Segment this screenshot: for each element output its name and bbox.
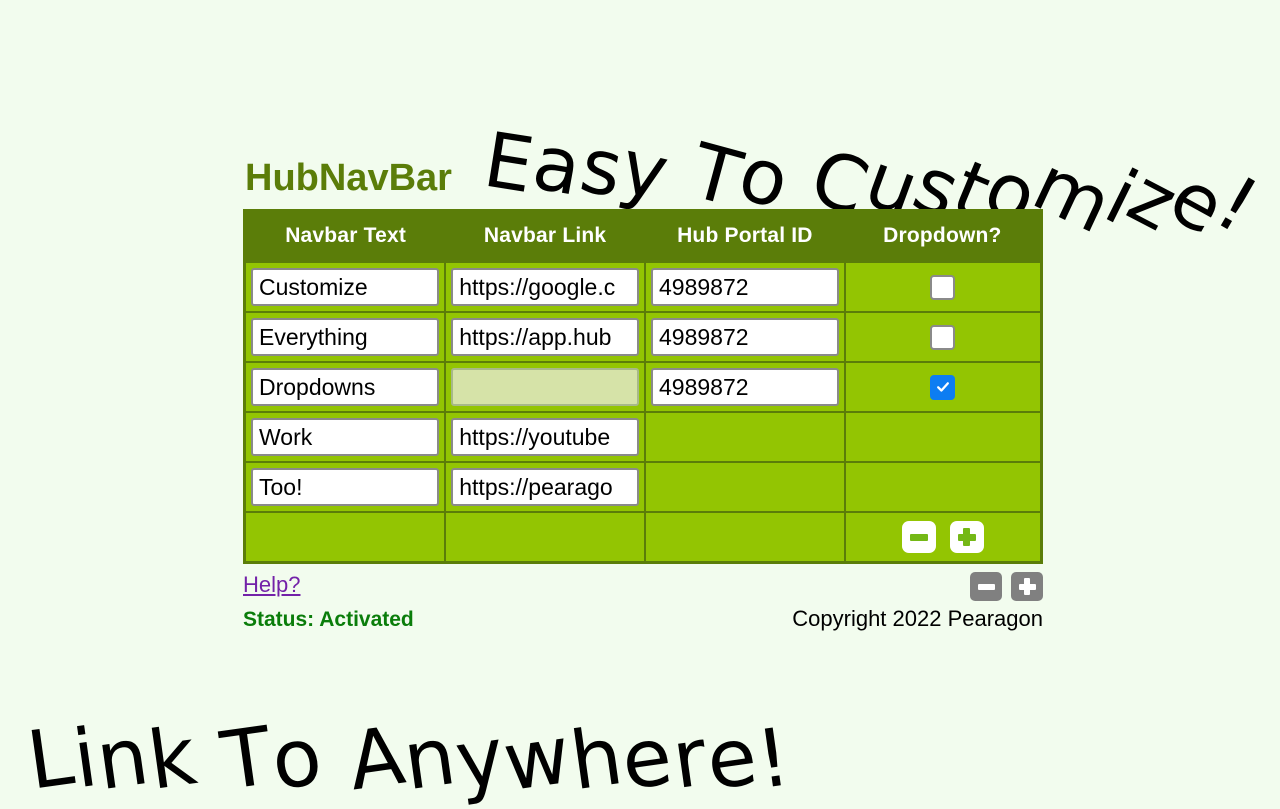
navbar-link-input[interactable] (451, 318, 639, 356)
column-header-navbar-link: Navbar Link (445, 210, 645, 262)
footer-top-row: Help? (243, 570, 1043, 604)
cell-navbar-link (444, 261, 646, 313)
plus-icon (1018, 578, 1036, 595)
cell-navbar-text (243, 411, 447, 463)
navbar-link-input (451, 368, 639, 406)
hub-portal-id-input[interactable] (651, 318, 839, 356)
cell-hub-portal-id (644, 461, 846, 513)
plus-icon (957, 528, 976, 546)
check-icon (936, 382, 949, 392)
copyright-text: Copyright 2022 Pearagon (792, 606, 1043, 631)
dropdown-checkbox-wrap (851, 268, 1035, 306)
navbar-text-input[interactable] (251, 418, 440, 456)
cell-hub-portal-id (644, 261, 846, 313)
cell-row-controls (843, 511, 1043, 564)
page-title: HubNavBar (245, 157, 452, 199)
row-controls (851, 518, 1035, 556)
help-link[interactable]: Help? (243, 570, 300, 600)
table-row (243, 461, 1043, 513)
cell-navbar-text (243, 361, 447, 413)
cell-navbar-text (243, 461, 447, 513)
cell-dropdown (843, 411, 1043, 463)
cell-navbar-text (243, 261, 447, 313)
footer: Help? Status: Activated Copyright 2022 P… (243, 570, 1043, 632)
cell-dropdown (843, 261, 1043, 313)
navbar-link-input[interactable] (451, 268, 639, 306)
hub-portal-id-input[interactable] (651, 268, 839, 306)
cell-navbar-link (444, 411, 646, 463)
table-row (243, 411, 1043, 463)
navbar-config-table: Navbar Text Navbar Link Hub Portal ID Dr… (243, 209, 1043, 564)
dropdown-checkbox-wrap (851, 368, 1035, 406)
footer-remove-row-button[interactable] (970, 572, 1002, 601)
navbar-link-input[interactable] (451, 418, 639, 456)
caption-link-to-anywhere: Link To Anywhere! (22, 708, 796, 809)
column-header-dropdown: Dropdown? (844, 210, 1042, 262)
cell-empty (444, 511, 646, 564)
navbar-text-input[interactable] (251, 268, 440, 306)
footer-row-controls (970, 570, 1043, 601)
minus-icon (909, 533, 928, 541)
table-row (243, 261, 1043, 313)
navbar-text-input[interactable] (251, 318, 440, 356)
remove-row-button[interactable] (901, 521, 936, 553)
add-row-button[interactable] (949, 521, 984, 553)
dropdown-checkbox[interactable] (930, 274, 956, 300)
table-controls-row (243, 511, 1043, 564)
cell-hub-portal-id (644, 361, 846, 413)
hub-portal-id-input[interactable] (651, 368, 839, 406)
column-header-hub-portal-id: Hub Portal ID (645, 210, 845, 262)
navbar-link-input[interactable] (451, 468, 639, 506)
cell-dropdown (843, 461, 1043, 513)
table-body (243, 261, 1043, 564)
cell-navbar-link (444, 361, 646, 413)
cell-dropdown (843, 311, 1043, 363)
hubnavbar-app: HubNavBar Navbar Text Navbar Link Hub Po… (243, 155, 1043, 632)
status-badge: Status: Activated (243, 608, 414, 631)
footer-bottom-row: Status: Activated Copyright 2022 Pearago… (243, 606, 1043, 632)
dropdown-checkbox[interactable] (930, 324, 956, 350)
footer-add-row-button[interactable] (1011, 572, 1043, 601)
cell-navbar-link (444, 311, 646, 363)
minus-icon (977, 583, 995, 590)
table-header-row: Navbar Text Navbar Link Hub Portal ID Dr… (244, 210, 1042, 262)
cell-empty (644, 511, 846, 564)
cell-empty (243, 511, 447, 564)
table-row (243, 311, 1043, 363)
table-row (243, 361, 1043, 413)
cell-dropdown (843, 361, 1043, 413)
cell-hub-portal-id (644, 311, 846, 363)
dropdown-checkbox-wrap (851, 318, 1035, 356)
navbar-text-input[interactable] (251, 468, 440, 506)
cell-hub-portal-id (644, 411, 846, 463)
dropdown-checkbox[interactable] (930, 374, 956, 400)
navbar-text-input[interactable] (251, 368, 440, 406)
cell-navbar-link (444, 461, 646, 513)
cell-navbar-text (243, 311, 447, 363)
column-header-navbar-text: Navbar Text (244, 210, 446, 262)
